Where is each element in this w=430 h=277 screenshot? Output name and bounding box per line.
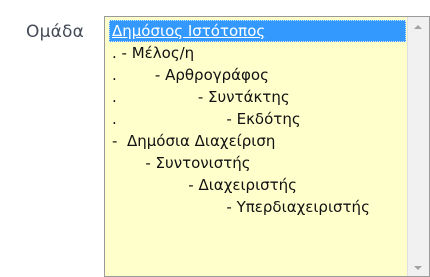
- option-editor[interactable]: . - Συντάκτης: [112, 86, 290, 108]
- option-administrator[interactable]: - Διαχειριστής: [112, 174, 297, 196]
- option-super-administrator[interactable]: - Υπερδιαχειριστής: [112, 196, 369, 218]
- option-manager[interactable]: - Συντονιστής: [112, 152, 250, 174]
- option-public-site[interactable]: Δημόσιος Ιστότοπος: [109, 20, 406, 42]
- scroll-up-button[interactable]: [408, 17, 429, 35]
- scroll-track[interactable]: [408, 35, 429, 258]
- scroll-down-button[interactable]: [408, 258, 429, 276]
- group-options-list: Δημόσιος Ιστότοπος . - Μέλος/η . - Αρθρο…: [105, 17, 407, 276]
- group-listbox[interactable]: Δημόσιος Ιστότοπος . - Μέλος/η . - Αρθρο…: [104, 16, 430, 277]
- option-author[interactable]: . - Αρθρογράφος: [112, 64, 269, 86]
- vertical-scrollbar[interactable]: [407, 17, 429, 276]
- chevron-down-icon: [414, 266, 422, 270]
- option-public-administration[interactable]: - Δημόσια Διαχείριση: [112, 130, 275, 152]
- chevron-up-icon: [414, 25, 422, 29]
- option-member[interactable]: . - Μέλος/η: [112, 42, 194, 64]
- option-publisher[interactable]: . - Εκδότης: [112, 108, 301, 130]
- group-field-label: Ομάδα: [26, 22, 85, 42]
